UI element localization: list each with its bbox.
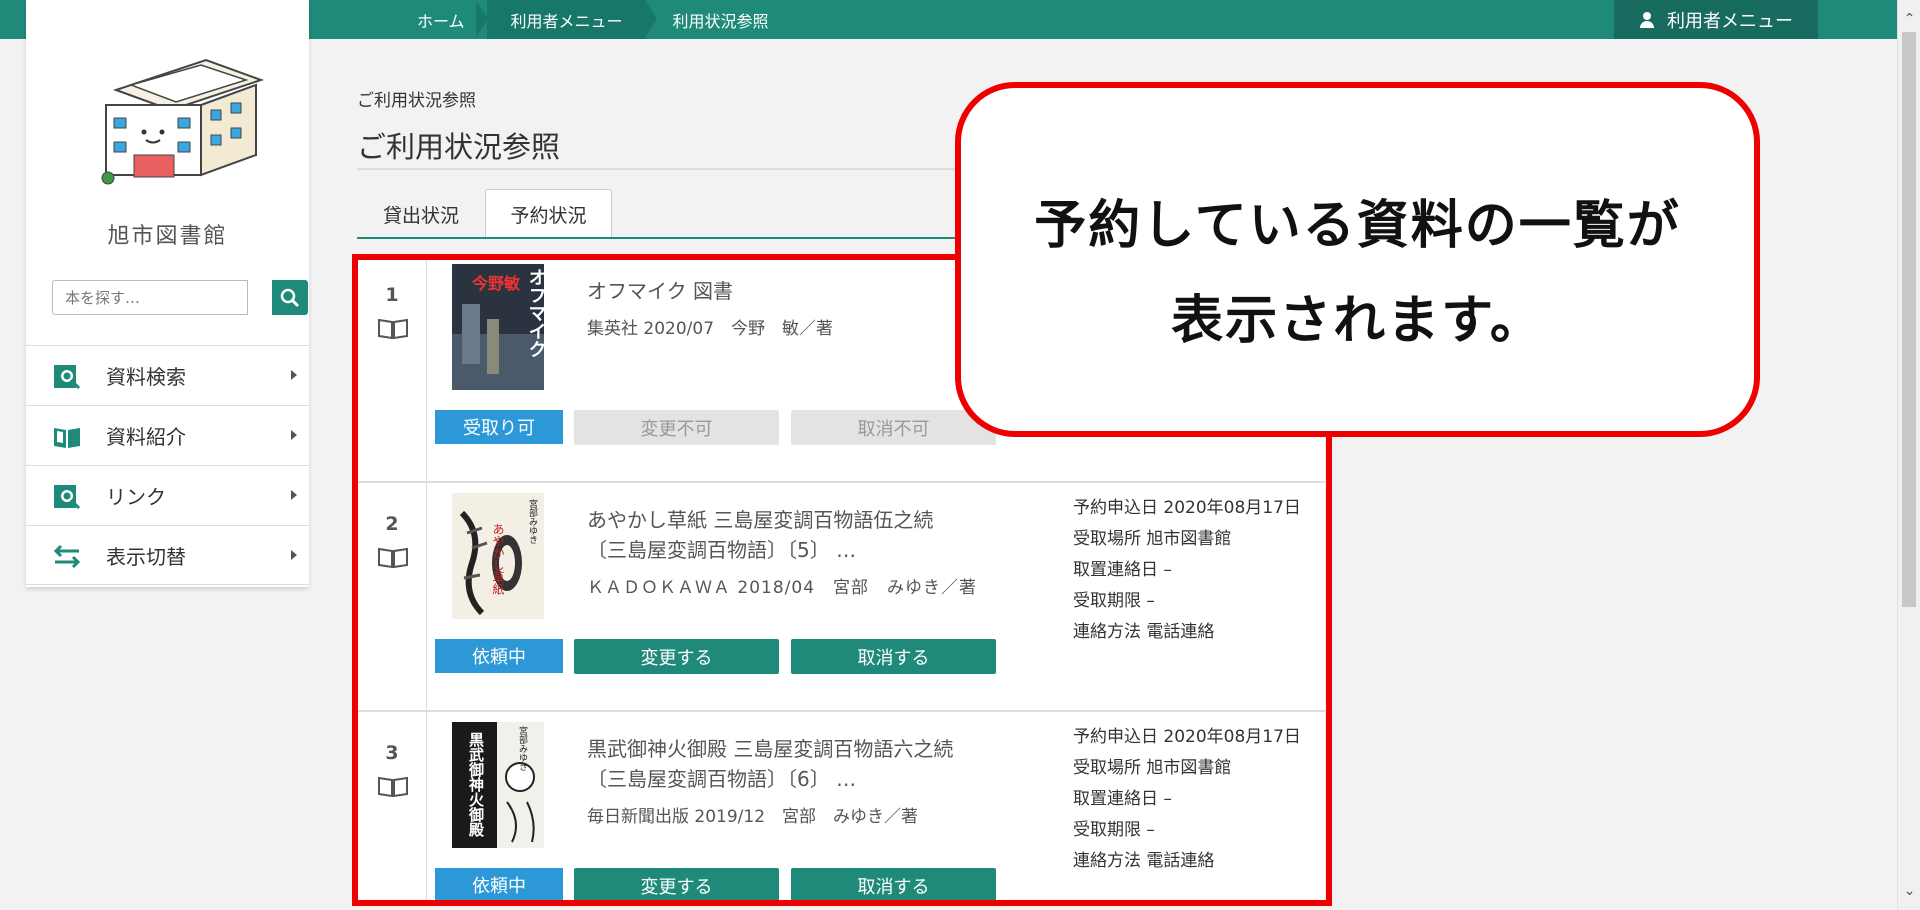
sidebar-nav: 資料検索 資料紹介 リンク 表示切替 (26, 345, 309, 585)
sidebar-item-label: 表示切替 (106, 544, 186, 569)
scrollbar[interactable]: ⌃ ⌄ (1897, 0, 1920, 910)
user-menu-label: 利用者メニュー (1667, 10, 1793, 32)
search-icon (280, 288, 299, 307)
breadcrumb-home-label: ホーム (417, 11, 465, 31)
breadcrumb-current: 利用状況参照 (645, 0, 791, 39)
page-title: ご利用状況参照 (357, 130, 561, 164)
book-search-icon (54, 365, 81, 390)
user-icon (1639, 11, 1655, 28)
sidebar-item-search[interactable]: 資料検索 (26, 345, 309, 405)
chevron-right-icon (291, 490, 297, 500)
search-box (52, 280, 308, 315)
sidebar-item-display-toggle[interactable]: 表示切替 (26, 525, 309, 585)
library-mascot-logo[interactable] (86, 50, 276, 200)
search-button[interactable] (272, 280, 308, 315)
breadcrumb-current-label: 利用状況参照 (672, 11, 769, 31)
breadcrumb-user-menu[interactable]: 利用者メニュー (486, 0, 657, 39)
user-menu-button[interactable]: 利用者メニュー (1614, 0, 1818, 39)
search-input[interactable] (52, 280, 248, 315)
breadcrumb: ホーム 利用者メニュー 利用状況参照 (393, 0, 791, 39)
callout-line1: 予約している資料の一覧が (1034, 196, 1681, 256)
breadcrumb-home[interactable]: ホーム (393, 0, 488, 39)
scroll-thumb[interactable] (1902, 32, 1916, 607)
link-search-icon (54, 485, 81, 510)
sidebar: 旭市図書館 資料検索 資料紹介 (26, 0, 309, 587)
sidebar-item-label: 資料検索 (106, 365, 186, 389)
sidebar-item-label: 資料紹介 (106, 425, 186, 449)
scroll-down-arrow-icon[interactable]: ⌄ (1898, 880, 1920, 902)
scroll-up-arrow-icon[interactable]: ⌃ (1898, 8, 1920, 30)
open-book-icon (54, 428, 80, 448)
swap-arrows-icon (53, 544, 81, 569)
breadcrumb-user-menu-label: 利用者メニュー (510, 11, 623, 31)
library-name: 旭市図書館 (107, 224, 228, 249)
annotation-callout: 予約している資料の一覧が 表示されます。 (955, 82, 1760, 437)
sidebar-item-introduction[interactable]: 資料紹介 (26, 405, 309, 465)
title-divider (357, 168, 957, 170)
chevron-right-icon (291, 550, 297, 560)
tab-reservations[interactable]: 予約状況 (485, 189, 612, 239)
chevron-right-icon (291, 430, 297, 440)
tab-loans[interactable]: 貸出状況 (357, 189, 485, 239)
chevron-right-icon (291, 370, 297, 380)
sidebar-item-links[interactable]: リンク (26, 465, 309, 525)
page-subtitle: ご利用状況参照 (357, 91, 476, 111)
callout-line2: 表示されます。 (1171, 291, 1544, 351)
sidebar-item-label: リンク (106, 485, 166, 509)
